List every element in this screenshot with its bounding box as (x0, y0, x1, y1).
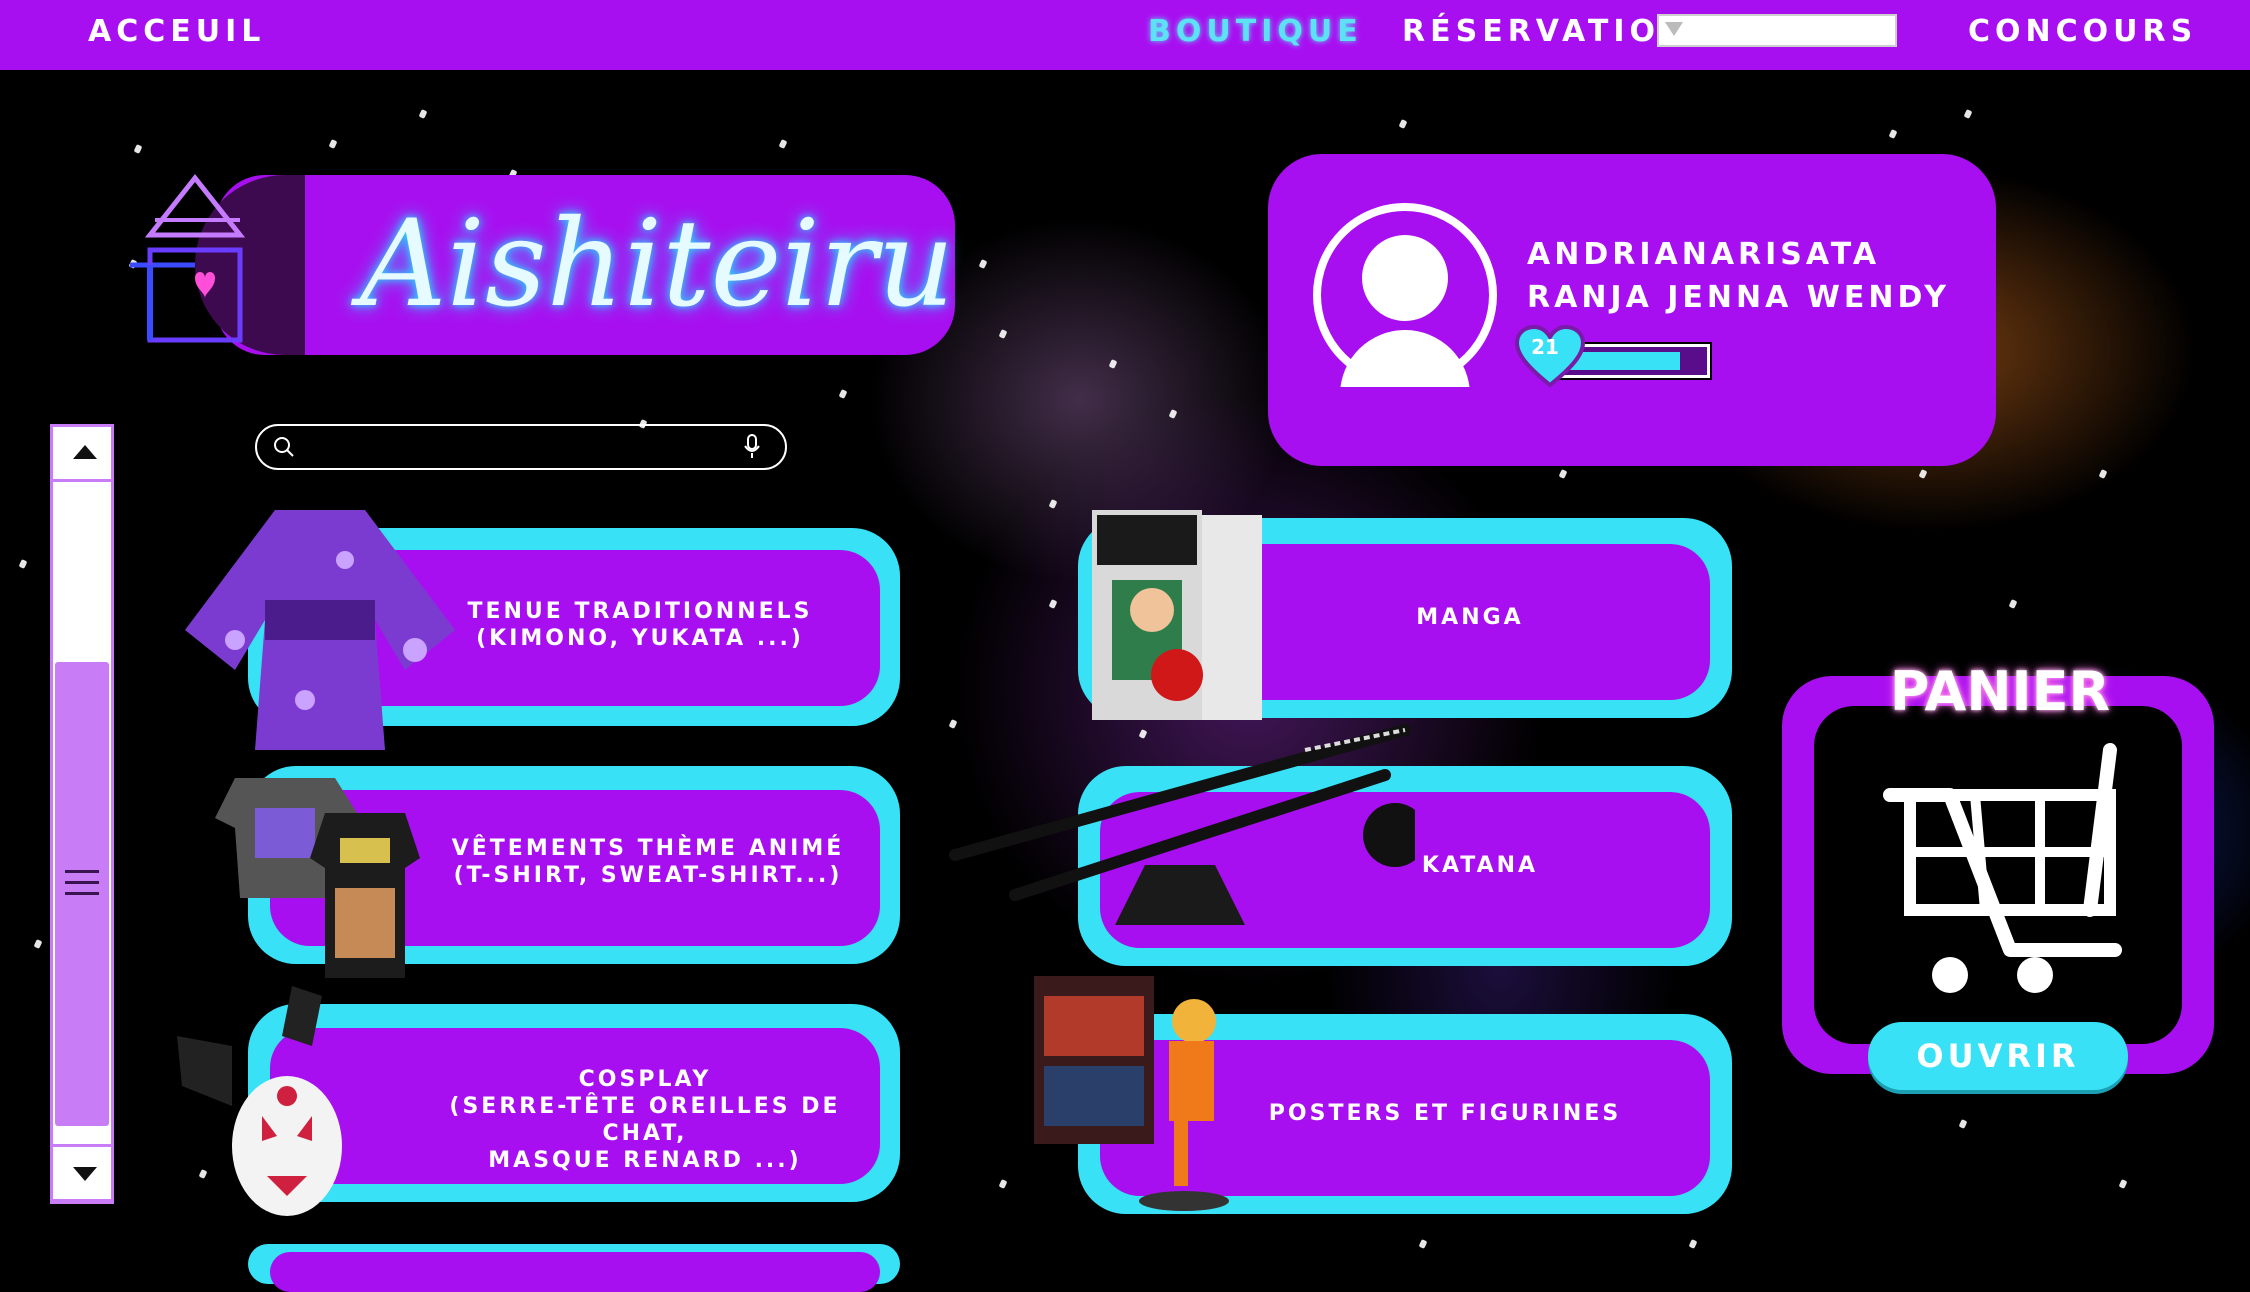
profile-name-line1: ANDRIANARISATA (1527, 237, 1881, 272)
nav-contest[interactable]: CONCOURS (1968, 14, 2197, 49)
arrow-up-icon (73, 445, 97, 459)
reservation-dropdown[interactable] (1657, 14, 1897, 47)
search-icon[interactable] (273, 436, 295, 458)
level-number: 21 (1531, 335, 1559, 359)
cosplay-image (177, 986, 342, 1216)
category-card-more-inner (270, 1252, 880, 1292)
nav-home[interactable]: ACCEUIL (88, 14, 265, 49)
cart-icon[interactable] (1880, 740, 2160, 1000)
nav-reservation[interactable]: RÉSERVATION (1402, 14, 1690, 49)
category-label-posters: POSTERS ET FIGURINES (1268, 1101, 1622, 1126)
arrow-down-icon (73, 1167, 97, 1181)
logo-text: Aishiteiru (360, 195, 955, 334)
category-label-traditional: TENUE TRADITIONNELS (KIMONO, YUKATA ...) (467, 599, 813, 651)
microphone-icon[interactable] (743, 434, 761, 460)
chevron-down-icon (1665, 22, 1683, 36)
scroll-up-button[interactable] (50, 424, 114, 482)
kimono-image (185, 510, 455, 750)
category-label-katana: KATANA (1421, 853, 1539, 878)
open-cart-button[interactable]: OUVRIR (1868, 1022, 2128, 1090)
category-label-cosplay: COSPLAY (SERRE-TÊTE OREILLES DE CHAT, MA… (449, 1067, 841, 1173)
katana-image (949, 724, 1415, 925)
nav-shop[interactable]: BOUTIQUE (1148, 14, 1363, 49)
category-label-anime-clothes: VÊTEMENTS THÈME ANIMÉ (T-SHIRT, SWEAT-SH… (451, 836, 845, 888)
profile-name-line2: RANJA JENNA WENDY (1527, 280, 1950, 315)
anime-clothes-image (215, 778, 420, 978)
house-heart-icon[interactable] (120, 170, 250, 350)
avatar-head (1362, 235, 1448, 321)
profile-name: ANDRIANARISATA RANJA JENNA WENDY (1527, 233, 1950, 319)
top-navigation: ACCEUIL BOUTIQUE RÉSERVATION CONCOURS (0, 0, 2250, 70)
cart-title: PANIER (1889, 660, 2111, 723)
scroll-down-button[interactable] (50, 1144, 114, 1202)
posters-figurines-image (1034, 976, 1229, 1211)
search-input[interactable] (255, 424, 787, 470)
manga-image (1092, 510, 1262, 720)
category-label-manga: MANGA (1416, 605, 1524, 630)
